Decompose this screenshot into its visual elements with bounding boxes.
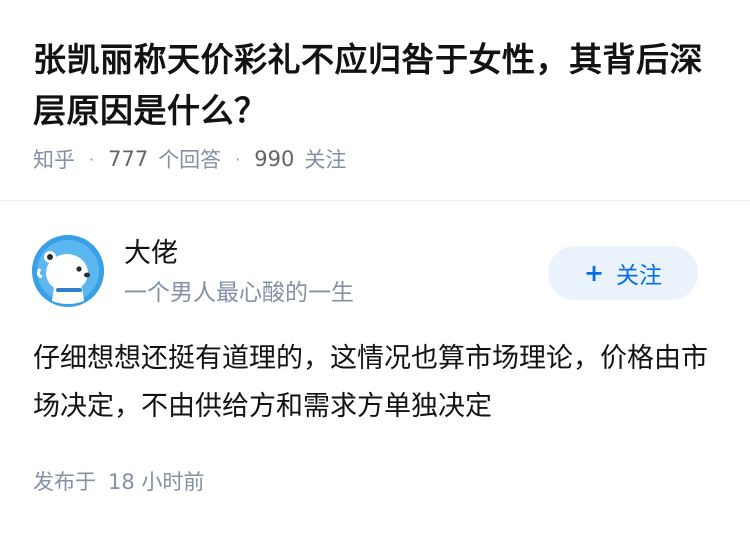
source-label[interactable]: 知乎	[33, 144, 75, 174]
plus-icon: +	[583, 259, 605, 287]
meta-separator: ·	[89, 149, 95, 169]
author-avatar[interactable]	[32, 235, 104, 307]
answers-label[interactable]: 个回答	[158, 144, 221, 174]
follow-button[interactable]: + 关注	[548, 246, 698, 300]
author-bio: 一个男人最心酸的一生	[124, 280, 354, 306]
publish-info: 发布于 18 小时前	[33, 467, 204, 497]
answers-count: 777	[108, 147, 149, 171]
follow-button-label: 关注	[616, 263, 663, 289]
answer-content[interactable]: 仔细想想还挺有道理的，这情况也算市场理论，价格由市场决定，不由供给方和需求方单独…	[33, 335, 723, 431]
question-meta: 知乎 · 777 个回答 · 990 关注	[33, 144, 346, 174]
question-title[interactable]: 张凯丽称天价彩礼不应归咎于女性，其背后深层原因是什么？	[33, 34, 723, 136]
polar-bear-avatar-icon	[32, 235, 104, 307]
published-label: 发布于	[33, 470, 96, 494]
meta-separator: ·	[235, 149, 241, 169]
followers-count: 990	[254, 147, 295, 171]
question-header: 张凯丽称天价彩礼不应归咎于女性，其背后深层原因是什么？ 知乎 · 777 个回答…	[0, 0, 750, 201]
answer-card: 大佬 一个男人最心酸的一生 + 关注 仔细想想还挺有道理的，这情况也算市场理论，…	[0, 201, 750, 538]
author-name[interactable]: 大佬	[124, 237, 178, 271]
followers-label: 关注	[304, 148, 347, 172]
published-time: 18 小时前	[108, 470, 205, 494]
